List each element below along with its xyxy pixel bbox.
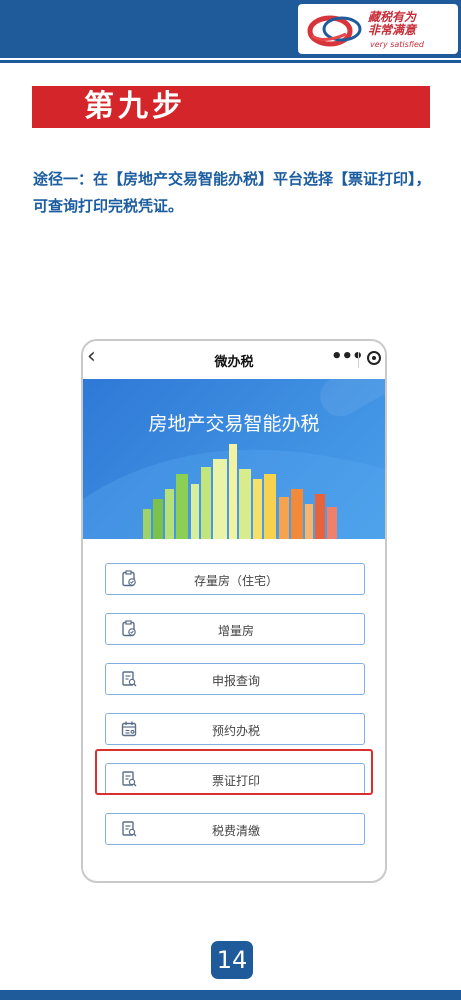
logo-text-line2: 非常满意 <box>368 23 417 37</box>
menu-item-appointment[interactable]: 预约办税 <box>105 713 365 745</box>
menu-item-label: 增量房 <box>217 624 254 638</box>
header-divider <box>0 60 461 63</box>
logo-subtitle: very satisfied <box>370 40 424 49</box>
menu-item-label: 税费清缴 <box>211 824 260 838</box>
city-skyline-illustration <box>83 379 385 539</box>
hero-banner: 房地产交易智能办税 <box>83 379 385 539</box>
menu-item-tax-clearance[interactable]: 税费清缴 <box>105 813 365 845</box>
step-title: 第九步 <box>84 89 186 124</box>
step-description: 途径一：在【房地产交易智能办税】平台选择【票证打印】，可查询打印完税凭证。 <box>33 170 431 215</box>
menu-item-label: 预约办税 <box>211 724 260 738</box>
highlight-box <box>95 749 373 795</box>
logo-mark-icon <box>307 15 362 47</box>
bottom-bar <box>0 990 461 1000</box>
hero-title: 房地产交易智能办税 <box>148 413 320 435</box>
logo: 藏税有为 非常满意 very satisfied <box>298 4 458 54</box>
menu-item-label: 申报查询 <box>211 674 260 688</box>
menu-item-label: 存量房（住宅） <box>193 574 278 588</box>
menu-item-declaration-query[interactable]: 申报查询 <box>105 663 365 695</box>
miniapp-nav-bar: ‹ 微办税 ••• <box>83 341 385 379</box>
page-number: 14 <box>211 941 253 979</box>
menu-item-new-housing[interactable]: 增量房 <box>105 613 365 645</box>
logo-text: 藏税有为 非常满意 <box>368 11 416 37</box>
menu-item-stock-housing[interactable]: 存量房（住宅） <box>105 563 365 595</box>
close-icon[interactable] <box>367 351 381 365</box>
nav-separator <box>358 352 359 368</box>
step-banner: 第九步 <box>32 86 430 128</box>
phone-mockup: ‹ 微办税 ••• 房地产交易智能办税 存量房（住宅） 增量房 申报查询 预约办… <box>81 339 387 883</box>
